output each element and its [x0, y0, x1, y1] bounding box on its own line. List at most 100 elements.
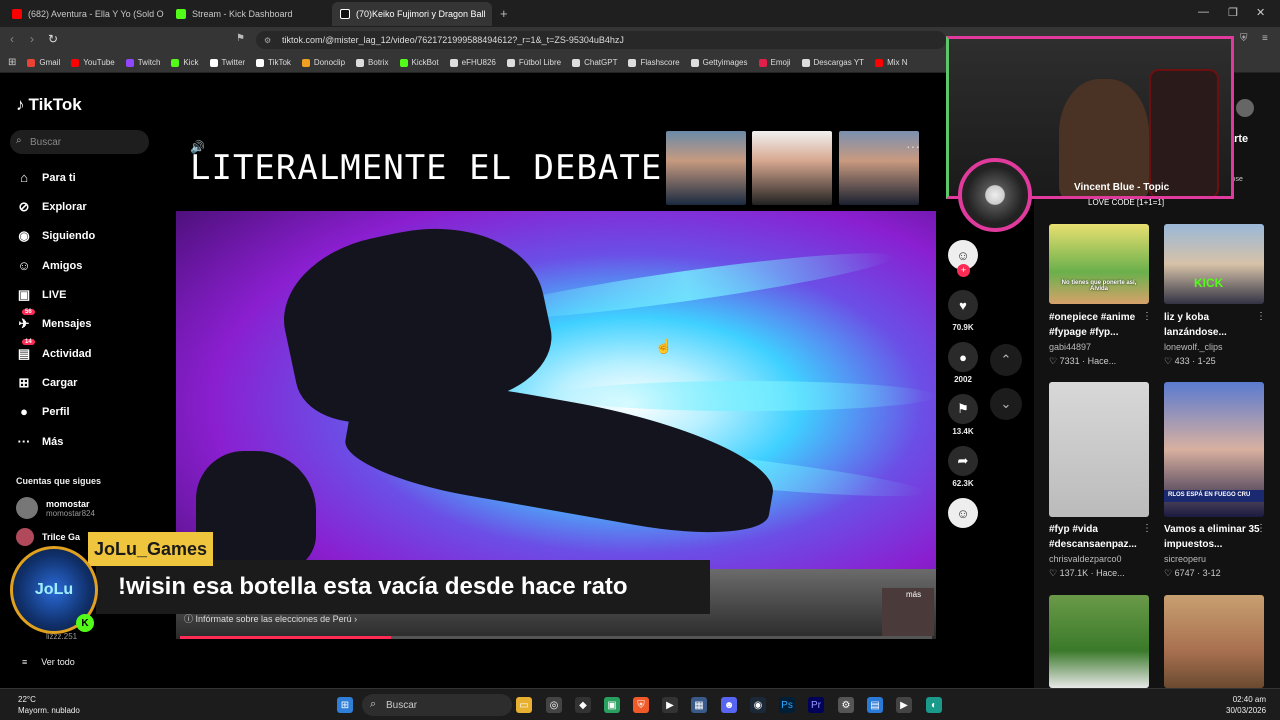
bookmark-item[interactable]: KickBot	[399, 58, 439, 67]
bookmark-icon[interactable]: ⚑	[236, 33, 245, 44]
back-icon[interactable]: ‹	[10, 32, 14, 46]
card-description[interactable]: liz y koba lanzándose...	[1164, 310, 1264, 340]
bookmark-item[interactable]: Mix N	[875, 58, 908, 67]
url-field[interactable]: ⚙ tiktok.com/@mister_lag_12/video/762172…	[256, 31, 946, 49]
taskbar-clock[interactable]: 02:40 am 30/03/2026	[1226, 694, 1266, 716]
see-all-button[interactable]: ≡ Ver todo	[22, 657, 75, 667]
video-thumbnail[interactable]	[1164, 595, 1264, 688]
more-options-icon[interactable]: ⋮	[1256, 311, 1266, 322]
bookmark-item[interactable]: TikTok	[256, 58, 291, 67]
sidebar-item-perfil[interactable]: ● Perfil	[16, 404, 69, 419]
close-window-icon[interactable]: ✕	[1256, 6, 1265, 19]
following-item-momostar[interactable]: momostar momostar824	[16, 497, 95, 519]
video-thumbnail[interactable]: No tienes que ponerte así, Alvida	[1049, 224, 1149, 304]
bookmark-item[interactable]: Gmail	[27, 58, 60, 67]
app-icon[interactable]: ◆	[575, 697, 591, 713]
bookmark-item[interactable]: YouTube	[71, 58, 115, 67]
chat-username: JoLu_Games	[88, 532, 214, 566]
new-tab-button[interactable]: +	[500, 6, 508, 21]
bookmark-item[interactable]: Flashscore	[628, 58, 680, 67]
tab-youtube[interactable]: (682) Aventura - Ella Y Yo (Sold Out	[4, 2, 164, 26]
video-thumbnail[interactable]	[1049, 382, 1149, 517]
sidebar-item-siguiendo[interactable]: ◉ Siguiendo	[16, 228, 95, 244]
more-options-icon[interactable]: ⋮	[1256, 523, 1266, 534]
sidebar-item-actividad[interactable]: ▤ 14 Actividad	[16, 339, 92, 362]
card-user[interactable]: lonewolf._clips	[1164, 342, 1223, 352]
apps-icon[interactable]: ⊞	[8, 57, 16, 68]
sidebar-item-ms[interactable]: ··· Más	[16, 434, 64, 449]
video-thumbnail[interactable]: KICK	[1164, 224, 1264, 304]
calculator-icon[interactable]: ▦	[691, 697, 707, 713]
bookmark-item[interactable]: Fútbol Libre	[506, 58, 561, 67]
following-item-trilce[interactable]: Trilce Ga	[16, 528, 80, 546]
tab-tiktok[interactable]: (70)Keiko Fujimori y Dragon Ball ✕	[332, 2, 492, 26]
windows-start-icon[interactable]: ⊞	[337, 697, 353, 713]
video-thumbnail[interactable]: RLOS ESPÁ EN FUEGO CRU	[1164, 382, 1264, 517]
bookmark-item[interactable]: Donoclip	[301, 58, 345, 67]
video-thumbnail[interactable]	[1049, 595, 1149, 688]
steam-icon[interactable]: ◉	[750, 697, 766, 713]
sidebar-item-cargar[interactable]: ⊞ Cargar	[16, 375, 78, 391]
bookmark-item[interactable]: ChatGPT	[572, 58, 617, 67]
file-explorer-icon[interactable]: ▭	[516, 697, 532, 713]
sound-button[interactable]: ☺	[946, 498, 980, 528]
video-progress-bar[interactable]	[180, 636, 932, 639]
bookmark-item[interactable]: Gettyimages	[690, 58, 748, 67]
like-button[interactable]: ♥ 70.9K	[946, 290, 980, 332]
restore-icon[interactable]: ❐	[1228, 6, 1238, 19]
next-video-button[interactable]: ⌄	[990, 388, 1022, 420]
more-options-icon[interactable]: ⋮	[1142, 311, 1152, 322]
minimize-icon[interactable]: —	[1198, 6, 1209, 18]
bookmark-item[interactable]: Kick	[171, 58, 199, 67]
reload-icon[interactable]: ↻	[48, 32, 58, 46]
sidebar-item-explorar[interactable]: ⊘ Explorar	[16, 199, 87, 215]
card-description[interactable]: #onepiece #anime #fypage #fyp...	[1049, 310, 1149, 340]
bookmark-item[interactable]: Twitter	[209, 58, 245, 67]
photoshop-icon[interactable]: Ps	[779, 697, 795, 713]
card-description[interactable]: Vamos a eliminar 35 impuestos...	[1164, 522, 1264, 552]
tiktok-logo[interactable]: ♪ TikTok	[16, 95, 82, 115]
media-player-icon[interactable]: ▶	[662, 697, 678, 713]
obs-icon[interactable]: ◎	[546, 697, 562, 713]
discord-icon[interactable]: ☻	[721, 697, 737, 713]
comment-button[interactable]: ● 2002	[946, 342, 980, 384]
settings-icon[interactable]: ⚙	[838, 697, 854, 713]
card-user[interactable]: chrisvaldezparco0	[1049, 554, 1122, 564]
card-description[interactable]: #fyp #vida #descansaenpaz...	[1049, 522, 1149, 552]
author-avatar-button[interactable]: ☺ +	[946, 240, 980, 277]
sidebar-item-amigos[interactable]: ☺ Amigos	[16, 258, 82, 273]
player-icon[interactable]: ▶	[896, 697, 912, 713]
bookmark-item[interactable]: Botrix	[356, 58, 389, 67]
avatar[interactable]	[1236, 99, 1254, 117]
sidebar-nav-icon: ◉	[18, 228, 30, 243]
edge-icon[interactable]: ◐	[926, 697, 942, 713]
share-button[interactable]: ➦ 62.3K	[946, 446, 980, 488]
card-user[interactable]: sicreoperu	[1164, 554, 1206, 564]
card-user[interactable]: gabi44897	[1049, 342, 1091, 352]
search-input[interactable]: ⌕ Buscar	[10, 130, 149, 154]
menu-icon[interactable]: ≡	[1262, 33, 1268, 44]
notes-icon[interactable]: ▤	[867, 697, 883, 713]
sidebar-item-mensajes[interactable]: ✈ 56 Mensajes	[16, 309, 92, 332]
premiere-icon[interactable]: Pr	[808, 697, 824, 713]
site-info-icon[interactable]: ⚙	[264, 36, 271, 45]
brave-icon[interactable]: ⛨	[633, 697, 649, 713]
bookmark-item[interactable]: Emoji	[758, 58, 791, 67]
app-icon[interactable]: ▣	[604, 697, 620, 713]
tab-kick[interactable]: Stream - Kick Dashboard	[168, 2, 328, 26]
more-options-icon[interactable]: ⋮	[1142, 523, 1152, 534]
shield-icon[interactable]: ⛨	[1240, 33, 1248, 44]
save-button[interactable]: ⚑ 13.4K	[946, 394, 980, 436]
bookmark-item[interactable]: Twitch	[125, 58, 160, 67]
sidebar-item-parati[interactable]: ⌂ Para ti	[16, 170, 76, 185]
more-button[interactable]: más	[882, 588, 934, 636]
forward-icon[interactable]: ›	[30, 32, 34, 46]
sidebar-item-live[interactable]: ▣ LIVE	[16, 287, 67, 303]
bookmark-item[interactable]: eFHU826	[449, 58, 496, 67]
bookmark-item[interactable]: Descargas YT	[801, 58, 864, 67]
follow-plus-icon[interactable]: +	[957, 264, 970, 277]
more-options-icon[interactable]: ···	[906, 138, 920, 154]
weather-widget[interactable]: 22°C Mayorm. nublado	[18, 694, 80, 716]
taskbar-search[interactable]: ⌕ Buscar	[362, 694, 512, 716]
previous-video-button[interactable]: ⌃	[990, 344, 1022, 376]
